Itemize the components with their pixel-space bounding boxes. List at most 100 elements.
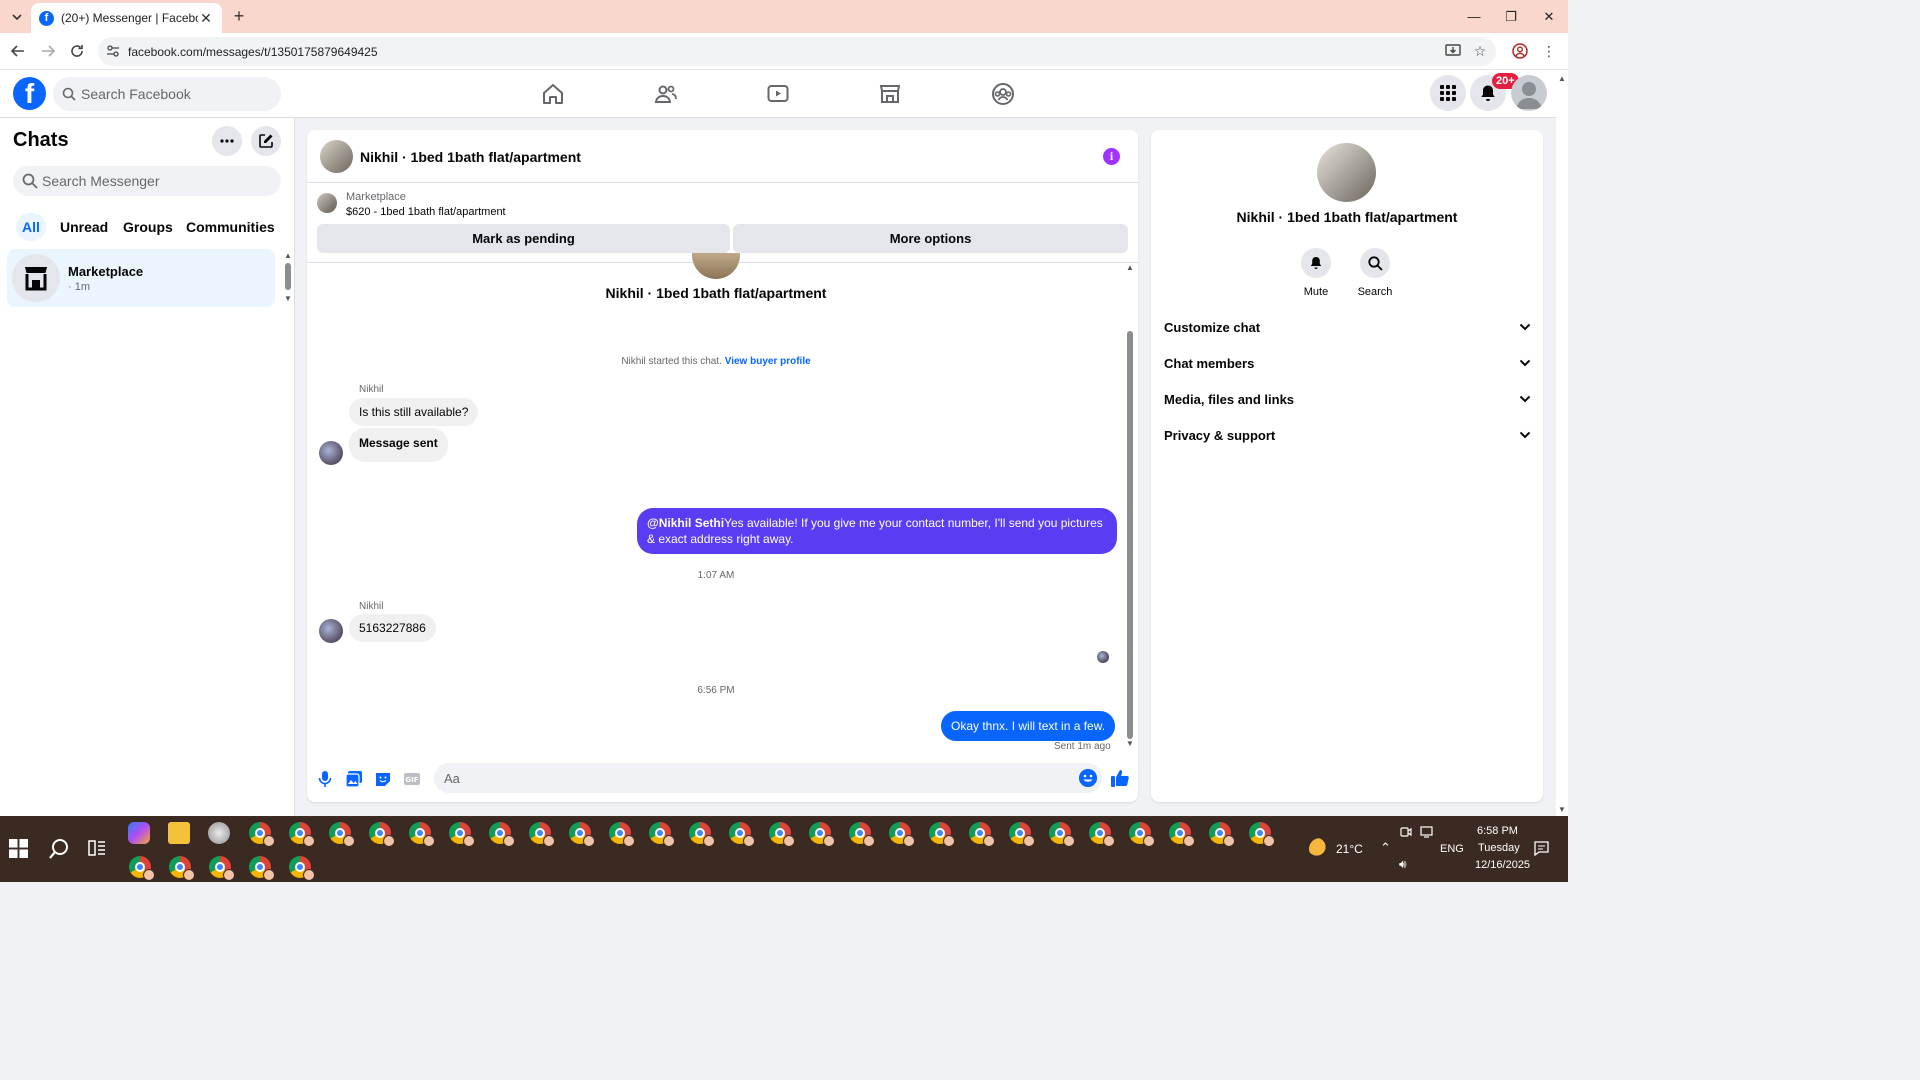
media-files-links-row[interactable]: Media, files and links (1164, 388, 1531, 410)
message-bubble-own[interactable]: Okay thnx. I will text in a few. (941, 711, 1116, 741)
message-bubble[interactable]: 5163227886 (349, 614, 436, 642)
gif-icon[interactable]: GIF (403, 770, 421, 788)
filter-unread[interactable]: Unread (54, 213, 114, 241)
chrome-icon[interactable] (849, 822, 875, 847)
chrome-icon[interactable] (249, 856, 275, 881)
chrome-icon[interactable] (449, 822, 475, 847)
chevron-up-icon[interactable]: ⌃ (1380, 840, 1391, 856)
more-options-icon[interactable] (212, 126, 242, 156)
photo-icon[interactable] (345, 770, 363, 788)
scroll-thumb[interactable] (1127, 331, 1133, 739)
search-button[interactable]: Search (1350, 248, 1400, 298)
forward-icon[interactable] (37, 40, 59, 62)
weather-icon[interactable] (1309, 838, 1331, 860)
scroll-up-icon[interactable]: ▲ (1558, 74, 1566, 83)
scroll-down-icon[interactable]: ▼ (284, 294, 292, 303)
thread-scrollbar[interactable]: ▲ ▼ (1125, 263, 1135, 753)
back-icon[interactable] (7, 40, 29, 62)
filter-communities[interactable]: Communities (180, 213, 281, 241)
volume-icon[interactable]: 🔊︎ (1399, 857, 1407, 872)
mark-as-pending-button[interactable]: Mark as pending (317, 224, 730, 253)
chrome-icon[interactable] (609, 822, 635, 847)
friends-icon[interactable] (654, 82, 678, 106)
chrome-icon[interactable] (569, 822, 595, 847)
task-view-icon[interactable] (88, 839, 106, 857)
mention-tag[interactable]: @Nikhil Sethi (647, 516, 724, 530)
chrome-icon[interactable] (769, 822, 795, 847)
details-avatar[interactable] (1317, 143, 1376, 202)
scroll-up-icon[interactable]: ▲ (284, 251, 292, 260)
install-icon[interactable] (1442, 40, 1464, 62)
sender-avatar[interactable] (319, 619, 343, 643)
mute-button[interactable]: Mute (1291, 248, 1341, 298)
file-explorer-icon[interactable] (168, 822, 190, 844)
close-window-icon[interactable]: ✕ (1530, 0, 1568, 33)
message-bubble-own[interactable]: @Nikhil SethiYes available! If you give … (637, 508, 1117, 554)
chrome-icon[interactable] (929, 822, 955, 847)
chrome-icon[interactable] (809, 822, 835, 847)
app-icon[interactable] (208, 822, 230, 844)
chat-list-item[interactable]: Marketplace · 1m (7, 249, 275, 307)
reload-icon[interactable] (66, 40, 88, 62)
chrome-icon[interactable] (369, 822, 395, 847)
chrome-icon[interactable] (169, 856, 195, 881)
facebook-search-input[interactable]: Search Facebook (53, 77, 281, 111)
kebab-icon[interactable]: ⋮ (1538, 40, 1560, 62)
info-icon[interactable]: i (1103, 148, 1120, 165)
language-indicator[interactable]: ENG (1440, 843, 1464, 855)
scroll-down-icon[interactable]: ▼ (1126, 739, 1134, 748)
chrome-icon[interactable] (409, 822, 435, 847)
sticker-icon[interactable] (374, 770, 392, 788)
scroll-up-icon[interactable]: ▲ (1126, 263, 1134, 272)
chrome-icon[interactable] (729, 822, 755, 847)
chats-scrollbar[interactable] (285, 263, 291, 290)
listing-detail[interactable]: $620 - 1bed 1bath flat/apartment (346, 206, 506, 218)
chrome-icon[interactable] (329, 822, 355, 847)
search-icon[interactable] (48, 838, 70, 860)
more-options-button[interactable]: More options (733, 224, 1128, 253)
chrome-icon[interactable] (289, 822, 315, 847)
restore-icon[interactable]: ❐ (1492, 0, 1530, 33)
sender-avatar[interactable] (319, 441, 343, 465)
tab-menu-icon[interactable] (6, 6, 28, 28)
chrome-icon[interactable] (289, 856, 315, 881)
profile-icon[interactable] (1509, 40, 1531, 62)
microphone-icon[interactable] (316, 770, 334, 788)
clock-date[interactable]: 12/16/2025 (1475, 859, 1530, 871)
chrome-icon[interactable] (129, 856, 155, 881)
minimize-icon[interactable]: — (1455, 0, 1493, 33)
meet-icon[interactable] (1400, 826, 1412, 838)
star-icon[interactable]: ☆ (1469, 40, 1491, 62)
message-input[interactable]: Aa (434, 763, 1102, 793)
chrome-icon[interactable] (969, 822, 995, 847)
chrome-icon[interactable] (529, 822, 555, 847)
messenger-search-input[interactable]: Search Messenger (13, 166, 281, 196)
url-field[interactable]: facebook.com/messages/t/1350175879649425 (98, 37, 1496, 66)
copilot-icon[interactable] (128, 822, 150, 844)
plus-icon[interactable]: + (229, 6, 249, 26)
emoji-icon[interactable] (1079, 769, 1097, 787)
browser-tab[interactable]: f (20+) Messenger | Facebook ✕ (31, 3, 222, 33)
message-bubble[interactable]: Is this still available? (349, 398, 479, 426)
menu-grid-icon[interactable] (1430, 75, 1466, 111)
chrome-icon[interactable] (889, 822, 915, 847)
facebook-logo[interactable]: f (13, 77, 46, 110)
listing-thumbnail[interactable] (317, 193, 337, 213)
chrome-icon[interactable] (1249, 822, 1275, 847)
chrome-icon[interactable] (689, 822, 715, 847)
close-icon[interactable]: ✕ (198, 10, 214, 27)
groups-icon[interactable] (991, 82, 1015, 106)
filter-groups[interactable]: Groups (117, 213, 179, 241)
compose-icon[interactable] (251, 126, 281, 156)
chat-members-row[interactable]: Chat members (1164, 352, 1531, 374)
network-icon[interactable] (1420, 826, 1433, 838)
clock-time[interactable]: 6:58 PM (1477, 825, 1518, 837)
weather-temp[interactable]: 21°C (1336, 842, 1363, 856)
chrome-icon[interactable] (1169, 822, 1195, 847)
marketplace-icon[interactable] (878, 82, 902, 106)
message-bubble[interactable]: Message sent (349, 428, 448, 462)
scroll-down-icon[interactable]: ▼ (1558, 805, 1566, 814)
customize-chat-row[interactable]: Customize chat (1164, 316, 1531, 338)
chrome-icon[interactable] (209, 856, 235, 881)
video-icon[interactable] (766, 82, 790, 106)
